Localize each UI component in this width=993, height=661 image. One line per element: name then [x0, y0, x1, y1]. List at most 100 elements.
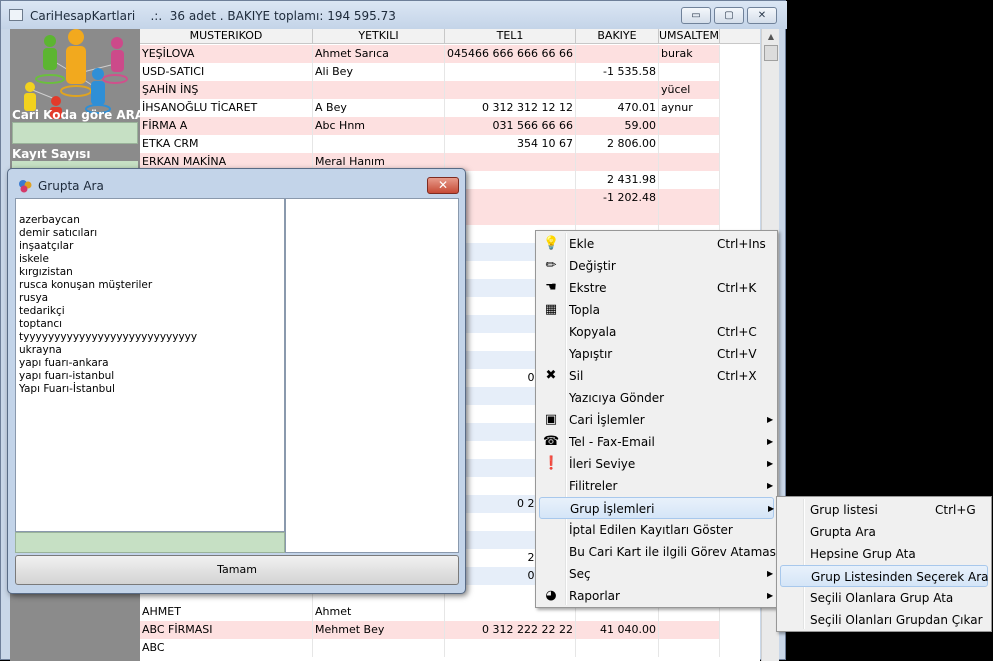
cell-yetkili[interactable]: Abc Hnm: [313, 117, 445, 135]
menu-item[interactable]: ☎ Tel - Fax-Email ▶: [539, 431, 774, 453]
cell-tel1[interactable]: [445, 81, 576, 99]
cell-musterikod[interactable]: İHSANOĞLU TİCARET: [140, 99, 313, 117]
group-list-item[interactable]: inşaatçılar: [19, 240, 281, 253]
close-window-button[interactable]: ✕: [747, 7, 777, 24]
group-list-item[interactable]: tyyyyyyyyyyyyyyyyyyyyyyyyyyyy: [19, 331, 281, 344]
table-row[interactable]: ETKA CRM 354 10 67 2 806.00: [140, 135, 720, 153]
group-list-item[interactable]: rusya: [19, 292, 281, 305]
menu-item[interactable]: ❗ İleri Seviye ▶: [539, 453, 774, 475]
scrollbar-thumb[interactable]: [764, 45, 778, 61]
submenu-item[interactable]: Grup listesi Ctrl+G: [780, 499, 988, 521]
menu-item[interactable]: 💡 Ekle Ctrl+Ins: [539, 233, 774, 255]
group-list-item[interactable]: kırgızistan: [19, 266, 281, 279]
menu-item[interactable]: Bu Cari Kart ile ilgili Görev Ataması: [539, 541, 779, 563]
cell-tel1[interactable]: 354 10 67: [445, 135, 576, 153]
column-header-umsaltems[interactable]: UMSALTEMS: [659, 29, 720, 44]
cell-bakiye[interactable]: 2 806.00: [576, 135, 659, 153]
cell-umsaltems[interactable]: [659, 207, 720, 225]
cell-tel1[interactable]: [445, 153, 576, 171]
cell-tel1[interactable]: 0 312 222 22 22: [445, 621, 576, 639]
selected-group-panel[interactable]: [285, 198, 459, 553]
cell-bakiye[interactable]: [576, 153, 659, 171]
menu-item[interactable]: Grup İşlemleri ▶: [539, 497, 774, 519]
table-row[interactable]: İHSANOĞLU TİCARET A Bey 0 312 312 12 12 470…: [140, 99, 720, 117]
cell-musterikod[interactable]: YEŞİLOVA: [140, 45, 313, 63]
table-row[interactable]: ABC FİRMASI Mehmet Bey 0 312 222 22 22 41 0…: [140, 621, 720, 639]
group-list-item[interactable]: Yapı Fuarı-İstanbul: [19, 383, 281, 396]
submenu-item[interactable]: Grupta Ara: [780, 521, 988, 543]
cell-yetkili[interactable]: Ali Bey: [313, 63, 445, 81]
cell-yetkili[interactable]: [313, 135, 445, 153]
menu-item[interactable]: ✏ Değiştir: [539, 255, 774, 277]
cell-bakiye[interactable]: -1 535.58: [576, 63, 659, 81]
menu-item[interactable]: Filitreler ▶: [539, 475, 774, 497]
group-list-item[interactable]: demir satıcıları: [19, 227, 281, 240]
cell-umsaltems[interactable]: [659, 189, 720, 207]
menu-item[interactable]: Kopyala Ctrl+C: [539, 321, 774, 343]
group-filter-input[interactable]: [15, 532, 285, 553]
menu-item[interactable]: Yapıştır Ctrl+V: [539, 343, 774, 365]
menu-item[interactable]: ▦ Topla: [539, 299, 774, 321]
group-list-item[interactable]: toptancı: [19, 318, 281, 331]
cell-umsaltems[interactable]: [659, 621, 720, 639]
menu-item[interactable]: Yazıcıya Gönder: [539, 387, 774, 409]
cell-bakiye[interactable]: 41 040.00: [576, 621, 659, 639]
cell-musterikod[interactable]: ABC FİRMASI: [140, 621, 313, 639]
cell-umsaltems[interactable]: yücel: [659, 81, 720, 99]
cell-tel1[interactable]: [445, 63, 576, 81]
table-row[interactable]: ABC: [140, 639, 720, 657]
cell-yetkili[interactable]: Ahmet Sarıca: [313, 45, 445, 63]
menu-item[interactable]: Seç ▶: [539, 563, 774, 585]
cell-bakiye[interactable]: 470.01: [576, 99, 659, 117]
group-list-item[interactable]: yapı fuarı-istanbul: [19, 370, 281, 383]
cell-musterikod[interactable]: FİRMA A: [140, 117, 313, 135]
cell-yetkili[interactable]: [313, 81, 445, 99]
cell-tel1[interactable]: 045466 666 666 66 66: [445, 45, 576, 63]
menu-item[interactable]: ✖ Sil Ctrl+X: [539, 365, 774, 387]
cell-yetkili[interactable]: Ahmet: [313, 603, 445, 621]
submenu-item[interactable]: Hepsine Grup Ata: [780, 543, 988, 565]
cell-tel1[interactable]: 031 566 66 66: [445, 117, 576, 135]
cell-tel1[interactable]: 0 312 312 12 12: [445, 99, 576, 117]
menu-item[interactable]: İptal Edilen Kayıtları Göster: [539, 519, 774, 541]
column-header-yetkili[interactable]: YETKILI: [313, 29, 445, 44]
search-by-code-input[interactable]: [12, 122, 138, 144]
cell-bakiye[interactable]: [576, 207, 659, 225]
cell-musterikod[interactable]: ŞAHİN İNŞ: [140, 81, 313, 99]
cell-musterikod[interactable]: AHMET: [140, 603, 313, 621]
scroll-up-arrow-icon[interactable]: ▲: [762, 29, 780, 45]
group-list-item[interactable]: tedarikçi: [19, 305, 281, 318]
dialog-close-button[interactable]: ✕: [427, 177, 459, 194]
table-row[interactable]: YEŞİLOVA Ahmet Sarıca 045466 666 666 66 66…: [140, 45, 720, 63]
group-list-item[interactable]: ukrayna: [19, 344, 281, 357]
submenu-item[interactable]: Grup Listesinden Seçerek Ara: [780, 565, 989, 587]
cell-bakiye[interactable]: 59.00: [576, 117, 659, 135]
group-list-item[interactable]: azerbaycan: [19, 214, 281, 227]
cell-musterikod[interactable]: ABC: [140, 639, 313, 657]
menu-item[interactable]: ▣ Cari İşlemler ▶: [539, 409, 774, 431]
menu-item[interactable]: ◕ Raporlar ▶: [539, 585, 774, 607]
cell-bakiye[interactable]: [576, 639, 659, 657]
cell-musterikod[interactable]: ETKA CRM: [140, 135, 313, 153]
minimize-button[interactable]: ▭: [681, 7, 711, 24]
menu-item[interactable]: ☚ Ekstre Ctrl+K: [539, 277, 774, 299]
cell-umsaltems[interactable]: burak: [659, 45, 720, 63]
group-list-item[interactable]: rusca konuşan müşteriler: [19, 279, 281, 292]
cell-bakiye[interactable]: [576, 45, 659, 63]
cell-umsaltems[interactable]: [659, 639, 720, 657]
cell-umsaltems[interactable]: [659, 117, 720, 135]
column-header-tel1[interactable]: TEL1: [445, 29, 576, 44]
group-list-item[interactable]: iskele: [19, 253, 281, 266]
cell-tel1[interactable]: [445, 639, 576, 657]
table-row[interactable]: ŞAHİN İNŞ yücel: [140, 81, 720, 99]
cell-bakiye[interactable]: -1 202.48: [576, 189, 659, 207]
main-titlebar[interactable]: CariHesapKartlari .:. 36 adet . BAKIYE t…: [1, 1, 787, 29]
cell-musterikod[interactable]: USD-SATICI: [140, 63, 313, 81]
group-list-item[interactable]: yapı fuarı-ankara: [19, 357, 281, 370]
column-header-bakiye[interactable]: BAKIYE: [576, 29, 659, 44]
cell-umsaltems[interactable]: [659, 135, 720, 153]
cell-umsaltems[interactable]: [659, 171, 720, 189]
table-row[interactable]: FİRMA A Abc Hnm 031 566 66 66 59.00: [140, 117, 720, 135]
cell-umsaltems[interactable]: [659, 153, 720, 171]
maximize-button[interactable]: ▢: [714, 7, 744, 24]
